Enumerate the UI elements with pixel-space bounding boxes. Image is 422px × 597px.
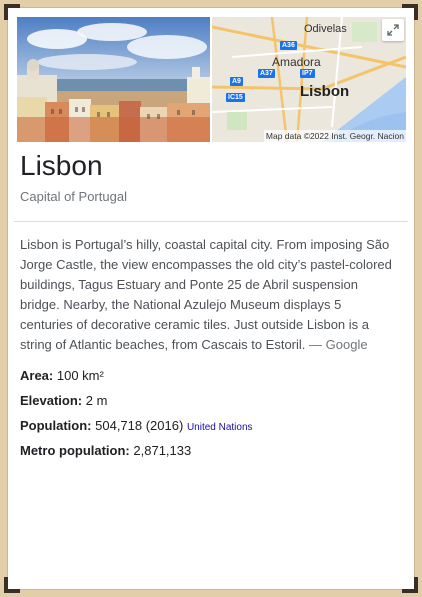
population-source-link[interactable]: United Nations — [187, 422, 253, 433]
map-label-amadora: Amadora — [272, 55, 321, 69]
fact-elevation-label[interactable]: Elevation: — [20, 393, 82, 408]
fact-area-label[interactable]: Area: — [20, 368, 53, 383]
frame-corner-icon — [402, 577, 418, 593]
expand-map-button[interactable] — [382, 19, 404, 41]
page-title: Lisbon — [20, 150, 103, 181]
map-thumbnail[interactable]: Odivelas A36 Amadora A37 IP7 A9 IC15 Lis… — [212, 17, 406, 142]
fact-metro-value: 2,871,133 — [133, 443, 192, 458]
fact-elevation-value: 2 m — [85, 393, 108, 408]
expand-icon — [387, 24, 399, 36]
road-shield-ic15: IC15 — [226, 93, 245, 102]
page-subtitle: Capital of Portugal — [20, 189, 127, 204]
fact-area: Area: 100 km² — [20, 368, 104, 383]
description-text: Lisbon is Portugal’s hilly, coastal capi… — [20, 237, 392, 352]
map-attribution: Map data ©2022 Inst. Geogr. Nacion — [263, 130, 406, 142]
frame-corner-icon — [4, 577, 20, 593]
map-label-lisbon: Lisbon — [300, 83, 350, 100]
road-shield-a37: A37 — [258, 69, 275, 78]
fact-metro-label[interactable]: Metro population: — [20, 443, 130, 458]
road-shield-a36: A36 — [280, 41, 297, 50]
fact-area-value: 100 km² — [56, 368, 104, 383]
city-photo[interactable] — [17, 17, 210, 142]
road-shield-a9: A9 — [230, 77, 243, 86]
fact-elevation: Elevation: 2 m — [20, 393, 107, 408]
road-shield-ip7: IP7 — [300, 69, 315, 78]
fact-metro-population: Metro population: 2,871,133 — [20, 443, 191, 458]
map-label-odivelas: Odivelas — [304, 23, 347, 35]
description: Lisbon is Portugal’s hilly, coastal capi… — [20, 235, 395, 355]
divider — [14, 221, 408, 222]
description-source-link[interactable]: — Google — [309, 337, 368, 352]
fact-population-value: 504,718 (2016) — [95, 418, 184, 433]
fact-population: Population: 504,718 (2016) United Nation… — [20, 418, 253, 433]
fact-population-label[interactable]: Population: — [20, 418, 92, 433]
